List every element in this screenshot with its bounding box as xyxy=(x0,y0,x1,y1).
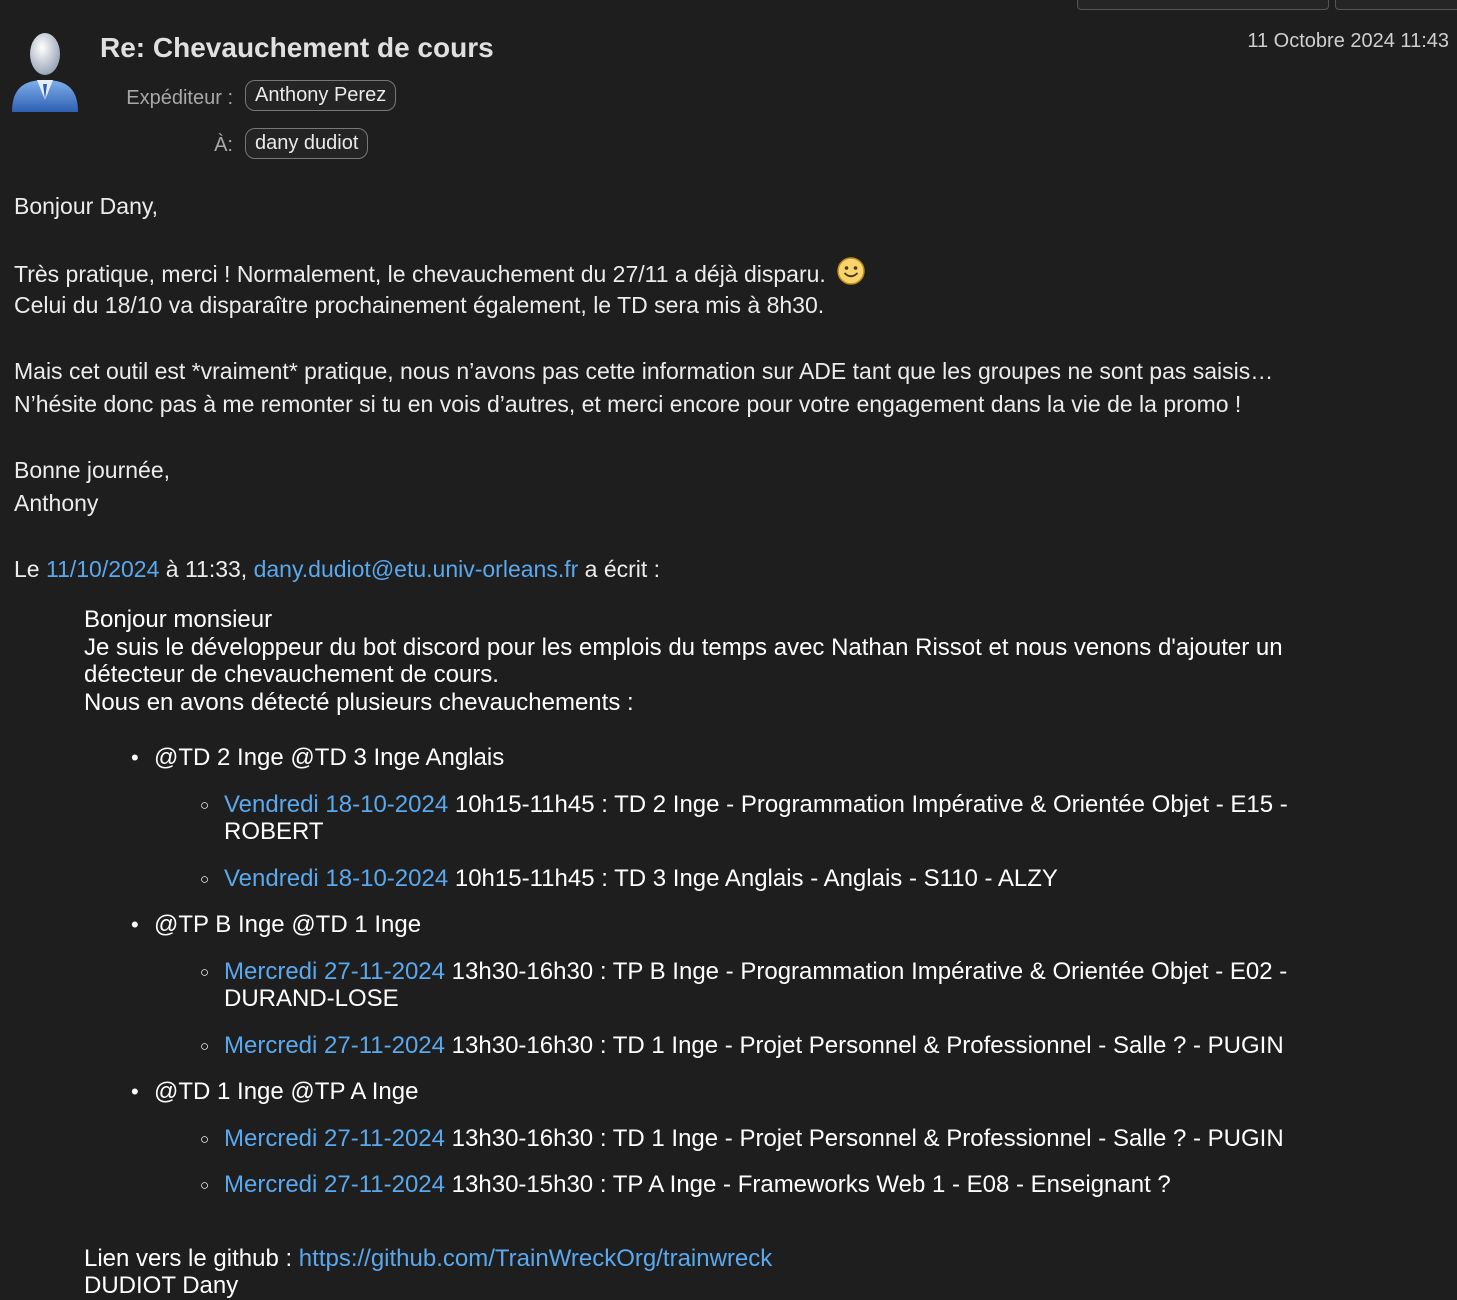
event-detail: 10h15-11h45 : TD 3 Inge Anglais - Anglai… xyxy=(448,864,1058,892)
greeting: Bonjour Dany, xyxy=(14,193,159,219)
email-date: 11 Octobre 2024 11:43 xyxy=(1247,30,1449,52)
quote-intro-suffix: a écrit : xyxy=(578,556,661,582)
quote-line: Je suis le développeur du bot discord po… xyxy=(84,633,1283,661)
toolbar-button-stub-2[interactable] xyxy=(1335,0,1457,10)
overlap-list: @TD 2 Inge @TD 3 Inge Anglais Vendredi 1… xyxy=(84,744,1414,1199)
sender-pill[interactable]: Anthony Perez xyxy=(245,80,397,111)
closing: Bonne journée, xyxy=(14,457,171,483)
overlap-item: Vendredi 18-10-2024 10h15-11h45 : TD 3 I… xyxy=(84,865,1414,893)
event-date-link[interactable]: Mercredi 27-11-2024 xyxy=(224,1032,445,1059)
overlap-item: Mercredi 27-11-2024 13h30-16h30 : TD 1 I… xyxy=(84,1125,1414,1153)
quoted-message: Bonjour monsieur Je suis le développeur … xyxy=(84,606,1414,1300)
overlap-item: Mercredi 27-11-2024 13h30-16h30 : TP B I… xyxy=(84,958,1414,1013)
quote-intro: Le 11/10/2024 à 11:33, dany.dudiot@etu.u… xyxy=(14,553,660,586)
overlap-item: Mercredi 27-11-2024 13h30-16h30 : TD 1 I… xyxy=(84,1032,1414,1060)
body-line: Très pratique, merci ! Normalement, le c… xyxy=(14,256,866,291)
github-line: Lien vers le github : https://github.com… xyxy=(84,1245,1414,1273)
event-date-link[interactable]: Mercredi 27-11-2024 xyxy=(224,958,445,985)
quote-intro-mid: à 11:33, xyxy=(159,556,254,582)
event-date-link[interactable]: Vendredi 18-10-2024 xyxy=(224,791,448,818)
quote-date-link[interactable]: 11/10/2024 xyxy=(46,556,159,582)
overlap-group: @TD 1 Inge @TP A Inge xyxy=(84,1078,1414,1106)
user-avatar-icon xyxy=(12,33,78,112)
event-date-link[interactable]: Mercredi 27-11-2024 xyxy=(224,1171,445,1198)
signature: Anthony xyxy=(14,490,99,516)
event-date-link[interactable]: Vendredi 18-10-2024 xyxy=(224,865,448,892)
email-subject: Re: Chevauchement de cours xyxy=(100,32,494,63)
event-detail: 13h30-16h30 : TP B Inge - Programmation … xyxy=(445,957,1288,985)
to-label: À: xyxy=(214,134,233,156)
event-date-link[interactable]: Mercredi 27-11-2024 xyxy=(224,1125,445,1152)
event-detail: 10h15-11h45 : TD 2 Inge - Programmation … xyxy=(448,790,1288,818)
body-line: N’hésite donc pas à me remonter si tu en… xyxy=(14,391,1242,417)
quote-line: Nous en avons détecté plusieurs chevauch… xyxy=(84,688,634,716)
event-detail: 13h30-16h30 : TD 1 Inge - Projet Personn… xyxy=(445,1124,1284,1152)
event-detail: 13h30-15h30 : TP A Inge - Frameworks Web… xyxy=(445,1171,1171,1198)
quote-line: détecteur de chevauchement de cours. xyxy=(84,661,499,688)
quote-line: Bonjour monsieur xyxy=(84,606,273,633)
event-detail-cont: ROBERT xyxy=(224,818,324,845)
quote-signature: DUDIOT Dany xyxy=(84,1272,239,1299)
body-line: Mais cet outil est *vraiment* pratique, … xyxy=(14,358,1274,384)
overlap-group: @TP B Inge @TD 1 Inge xyxy=(84,911,1414,939)
quote-intro-prefix: Le xyxy=(14,556,46,582)
overlap-item: Vendredi 18-10-2024 10h15-11h45 : TD 2 I… xyxy=(84,791,1414,846)
toolbar-button-stub-1[interactable] xyxy=(1077,0,1329,10)
event-detail: 13h30-16h30 : TD 1 Inge - Projet Personn… xyxy=(445,1031,1284,1059)
github-link[interactable]: https://github.com/TrainWreckOrg/trainwr… xyxy=(299,1245,772,1272)
sender-email-link[interactable]: dany.dudiot@etu.univ-orleans.fr xyxy=(254,556,579,582)
smiley-emoji-icon xyxy=(837,257,865,285)
github-label: Lien vers le github : xyxy=(84,1244,299,1272)
body-line-text: Très pratique, merci ! Normalement, le c… xyxy=(14,261,826,287)
sender-label: Expéditeur : xyxy=(126,87,233,109)
recipient-pill[interactable]: dany dudiot xyxy=(245,128,369,159)
body-line: Celui du 18/10 va disparaître prochainem… xyxy=(14,292,825,318)
overlap-item: Mercredi 27-11-2024 13h30-15h30 : TP A I… xyxy=(84,1171,1414,1199)
event-detail-cont: DURAND-LOSE xyxy=(224,985,399,1012)
overlap-group: @TD 2 Inge @TD 3 Inge Anglais xyxy=(84,744,1414,772)
